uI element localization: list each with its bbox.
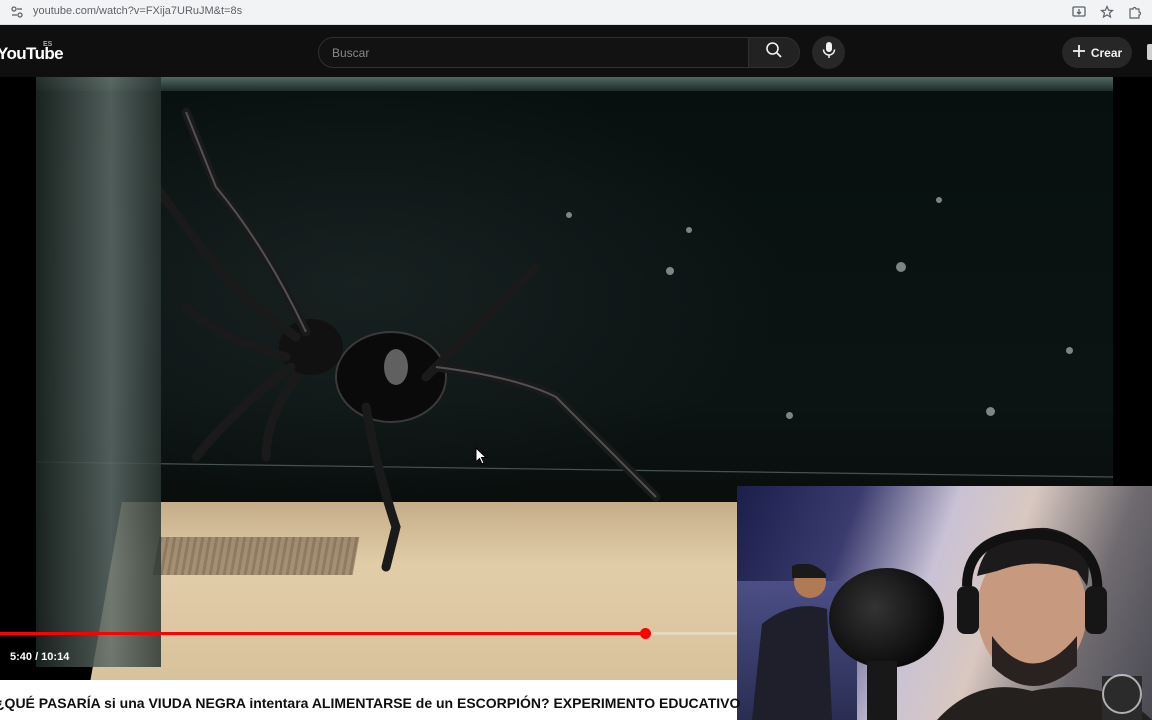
search-icon — [765, 41, 783, 64]
particle — [566, 212, 572, 218]
star-icon[interactable] — [1098, 3, 1116, 21]
particle — [896, 262, 906, 272]
particle — [786, 412, 793, 419]
particle — [686, 227, 692, 233]
logo-region-code: ES — [43, 41, 53, 48]
mic-icon — [821, 41, 837, 64]
create-label: Crear — [1090, 45, 1123, 60]
install-icon[interactable] — [1070, 3, 1088, 21]
particle — [1066, 347, 1073, 354]
cursor-icon — [475, 446, 488, 470]
create-button[interactable]: Crear — [1062, 37, 1132, 68]
tank-glass-top — [36, 77, 1113, 91]
particle — [986, 407, 995, 416]
webcam-microphone — [829, 568, 944, 668]
time-display: 5:40 / 10:14 — [10, 651, 70, 663]
webcam-mic-stand — [867, 661, 897, 720]
tank-glass-left — [36, 77, 161, 667]
notifications-icon[interactable] — [1147, 44, 1152, 60]
search-input[interactable]: Buscar — [318, 37, 749, 68]
address-actions — [1070, 3, 1144, 21]
plus-icon — [1072, 44, 1086, 61]
youtube-logo[interactable]: YouTube — [0, 44, 64, 64]
particle — [936, 197, 942, 203]
video-title-bar: ¿QUÉ PASARÍA si una VIUDA NEGRA intentar… — [0, 680, 741, 720]
extensions-icon[interactable] — [1126, 3, 1144, 21]
site-info-icon[interactable] — [10, 5, 24, 19]
search-placeholder: Buscar — [332, 46, 370, 60]
search-button[interactable] — [749, 37, 800, 68]
webcam-background-person — [752, 564, 832, 720]
voice-search-button[interactable] — [812, 36, 845, 69]
channel-watermark — [1102, 674, 1142, 714]
progress-scrubber[interactable] — [640, 628, 651, 639]
youtube-masthead: YouTube ES Buscar Crear — [0, 25, 1152, 77]
address-url[interactable]: youtube.com/watch?v=FXija7URuJM&t=8s — [33, 5, 242, 17]
browser-address-bar: youtube.com/watch?v=FXija7URuJM&t=8s — [0, 0, 1152, 25]
particle — [666, 267, 674, 275]
progress-bar[interactable] — [0, 628, 737, 639]
video-title: ¿QUÉ PASARÍA si una VIUDA NEGRA intentar… — [0, 695, 741, 711]
webcam-overlay — [737, 486, 1152, 720]
progress-played — [0, 632, 645, 635]
